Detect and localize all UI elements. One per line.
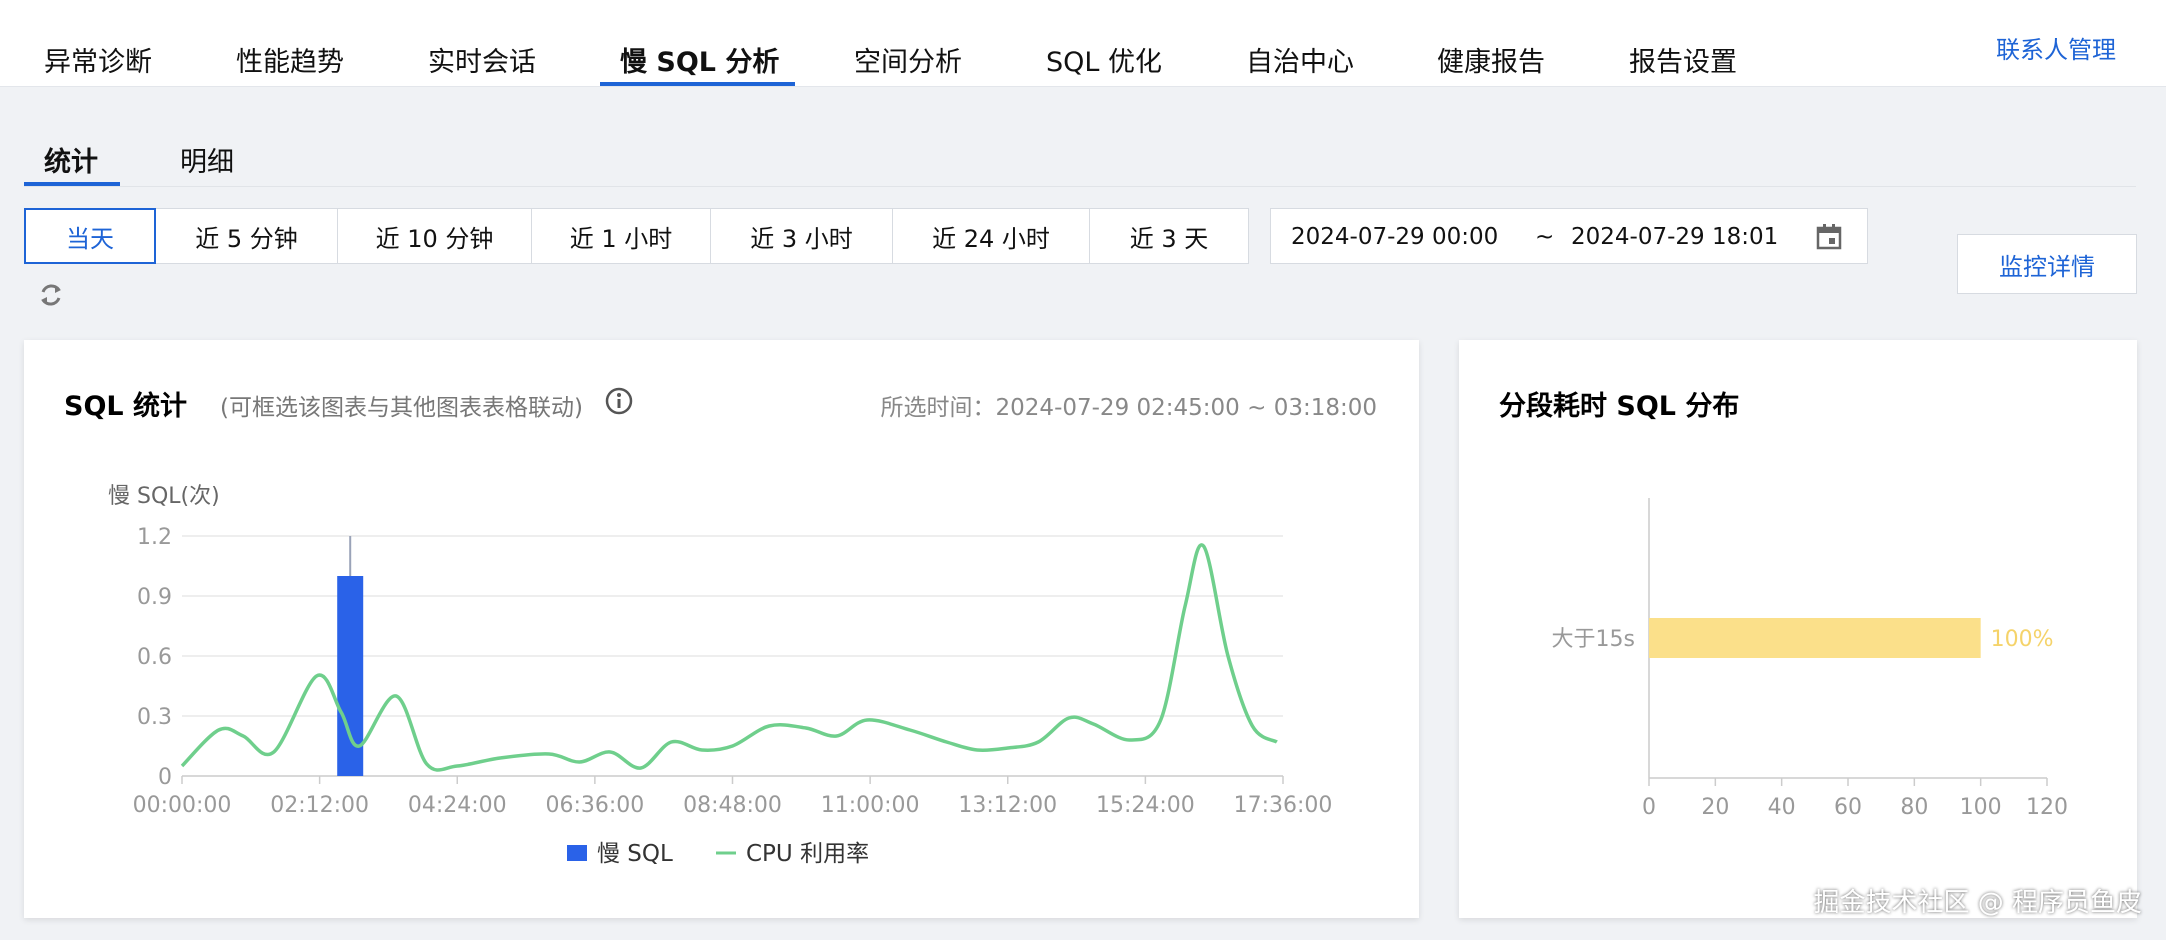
active-tab-indicator (600, 82, 795, 86)
tab-autonomy-center[interactable]: 自治中心 (1246, 40, 1354, 79)
date-range-end: 2024-07-29 18:01 (1571, 224, 1779, 250)
sql-stats-chart[interactable]: 慢 SQL(次) 0 0.3 0.6 0.9 1.2 00:00:00 02:12:00 04:… (24, 340, 1419, 918)
monitor-details-button[interactable]: 监控详情 (1957, 234, 2137, 294)
sql-stats-card: SQL 统计 (可框选该图表与其他图表表格联动) 所选时间：2024-07-29… (24, 340, 1419, 918)
tab-realtime-session[interactable]: 实时会话 (428, 40, 536, 79)
legend-label-slow-sql: 慢 SQL (597, 841, 673, 867)
x-tick-label: 11:00:00 (821, 793, 920, 818)
x-tick-label: 0 (1642, 795, 1656, 820)
x-tick-label: 06:36:00 (545, 793, 644, 818)
x-tick-label: 02:12:00 (270, 793, 369, 818)
tab-sql-optimize[interactable]: SQL 优化 (1046, 40, 1162, 79)
date-range-start: 2024-07-29 00:00 (1291, 224, 1499, 250)
x-tick-label: 80 (1900, 795, 1928, 820)
top-nav: 异常诊断 性能趋势 实时会话 慢 SQL 分析 空间分析 SQL 优化 自治中心… (0, 0, 2166, 87)
tab-health-report[interactable]: 健康报告 (1437, 40, 1545, 79)
x-tick-label: 00:00:00 (133, 793, 232, 818)
y-tick-label: 0.3 (137, 705, 172, 730)
category-label: 大于15s (1552, 627, 1635, 652)
time-5min-button[interactable]: 近 5 分钟 (155, 208, 338, 264)
x-tick-label: 100 (1960, 795, 2002, 820)
x-tick-label: 20 (1701, 795, 1729, 820)
active-subtab-indicator (24, 182, 120, 186)
y-tick-label: 0 (158, 765, 172, 790)
time-24hour-button[interactable]: 近 24 小时 (892, 208, 1090, 264)
date-range-separator: ~ (1535, 224, 1555, 250)
x-tick-label: 04:24:00 (408, 793, 507, 818)
bar-value-label: 100% (1991, 627, 2054, 652)
refresh-icon[interactable] (36, 280, 66, 310)
y-tick-label: 0.9 (137, 585, 172, 610)
watermark-text: 掘金技术社区 @ 程序员鱼皮 (1813, 888, 2142, 918)
tab-performance-trend[interactable]: 性能趋势 (236, 40, 344, 79)
x-tick-label: 08:48:00 (683, 793, 782, 818)
legend-swatch-slow-sql (567, 845, 587, 861)
legend-label-cpu: CPU 利用率 (746, 841, 869, 867)
x-tick-label: 15:24:00 (1096, 793, 1195, 818)
x-tick-label: 120 (2026, 795, 2068, 820)
x-tick-label: 13:12:00 (958, 793, 1057, 818)
contact-management-link[interactable]: 联系人管理 (1996, 30, 2116, 65)
time-3day-button[interactable]: 近 3 天 (1089, 208, 1249, 264)
x-tick-label: 40 (1768, 795, 1796, 820)
time-10min-button[interactable]: 近 10 分钟 (337, 208, 532, 264)
sub-tabs: 统计 明细 (24, 128, 2136, 187)
x-tick-label: 60 (1834, 795, 1862, 820)
y-tick-label: 0.6 (137, 645, 172, 670)
time-today-button[interactable]: 当天 (24, 208, 156, 264)
y-axis-label: 慢 SQL(次) (108, 484, 220, 509)
sql-distribution-chart[interactable]: 0 20 40 60 80 100 120 大于15s 100% (1459, 340, 2137, 918)
tab-space-analysis[interactable]: 空间分析 (854, 40, 962, 79)
tab-slow-sql-analysis[interactable]: 慢 SQL 分析 (620, 40, 779, 79)
x-tick-label: 17:36:00 (1234, 793, 1333, 818)
distribution-bar (1649, 618, 1981, 658)
tab-report-settings[interactable]: 报告设置 (1629, 40, 1737, 79)
time-1hour-button[interactable]: 近 1 小时 (531, 208, 711, 264)
subtab-statistics[interactable]: 统计 (44, 140, 98, 179)
date-range-picker[interactable]: 2024-07-29 00:00 ~ 2024-07-29 18:01 (1270, 208, 1868, 264)
sql-distribution-card: 分段耗时 SQL 分布 0 20 40 60 80 100 120 大于15s 100% (1459, 340, 2137, 918)
tab-anomaly-diagnosis[interactable]: 异常诊断 (44, 40, 152, 79)
y-tick-label: 1.2 (137, 525, 172, 550)
calendar-icon[interactable] (1815, 223, 1843, 251)
subtab-detail[interactable]: 明细 (180, 140, 234, 179)
time-3hour-button[interactable]: 近 3 小时 (710, 208, 893, 264)
